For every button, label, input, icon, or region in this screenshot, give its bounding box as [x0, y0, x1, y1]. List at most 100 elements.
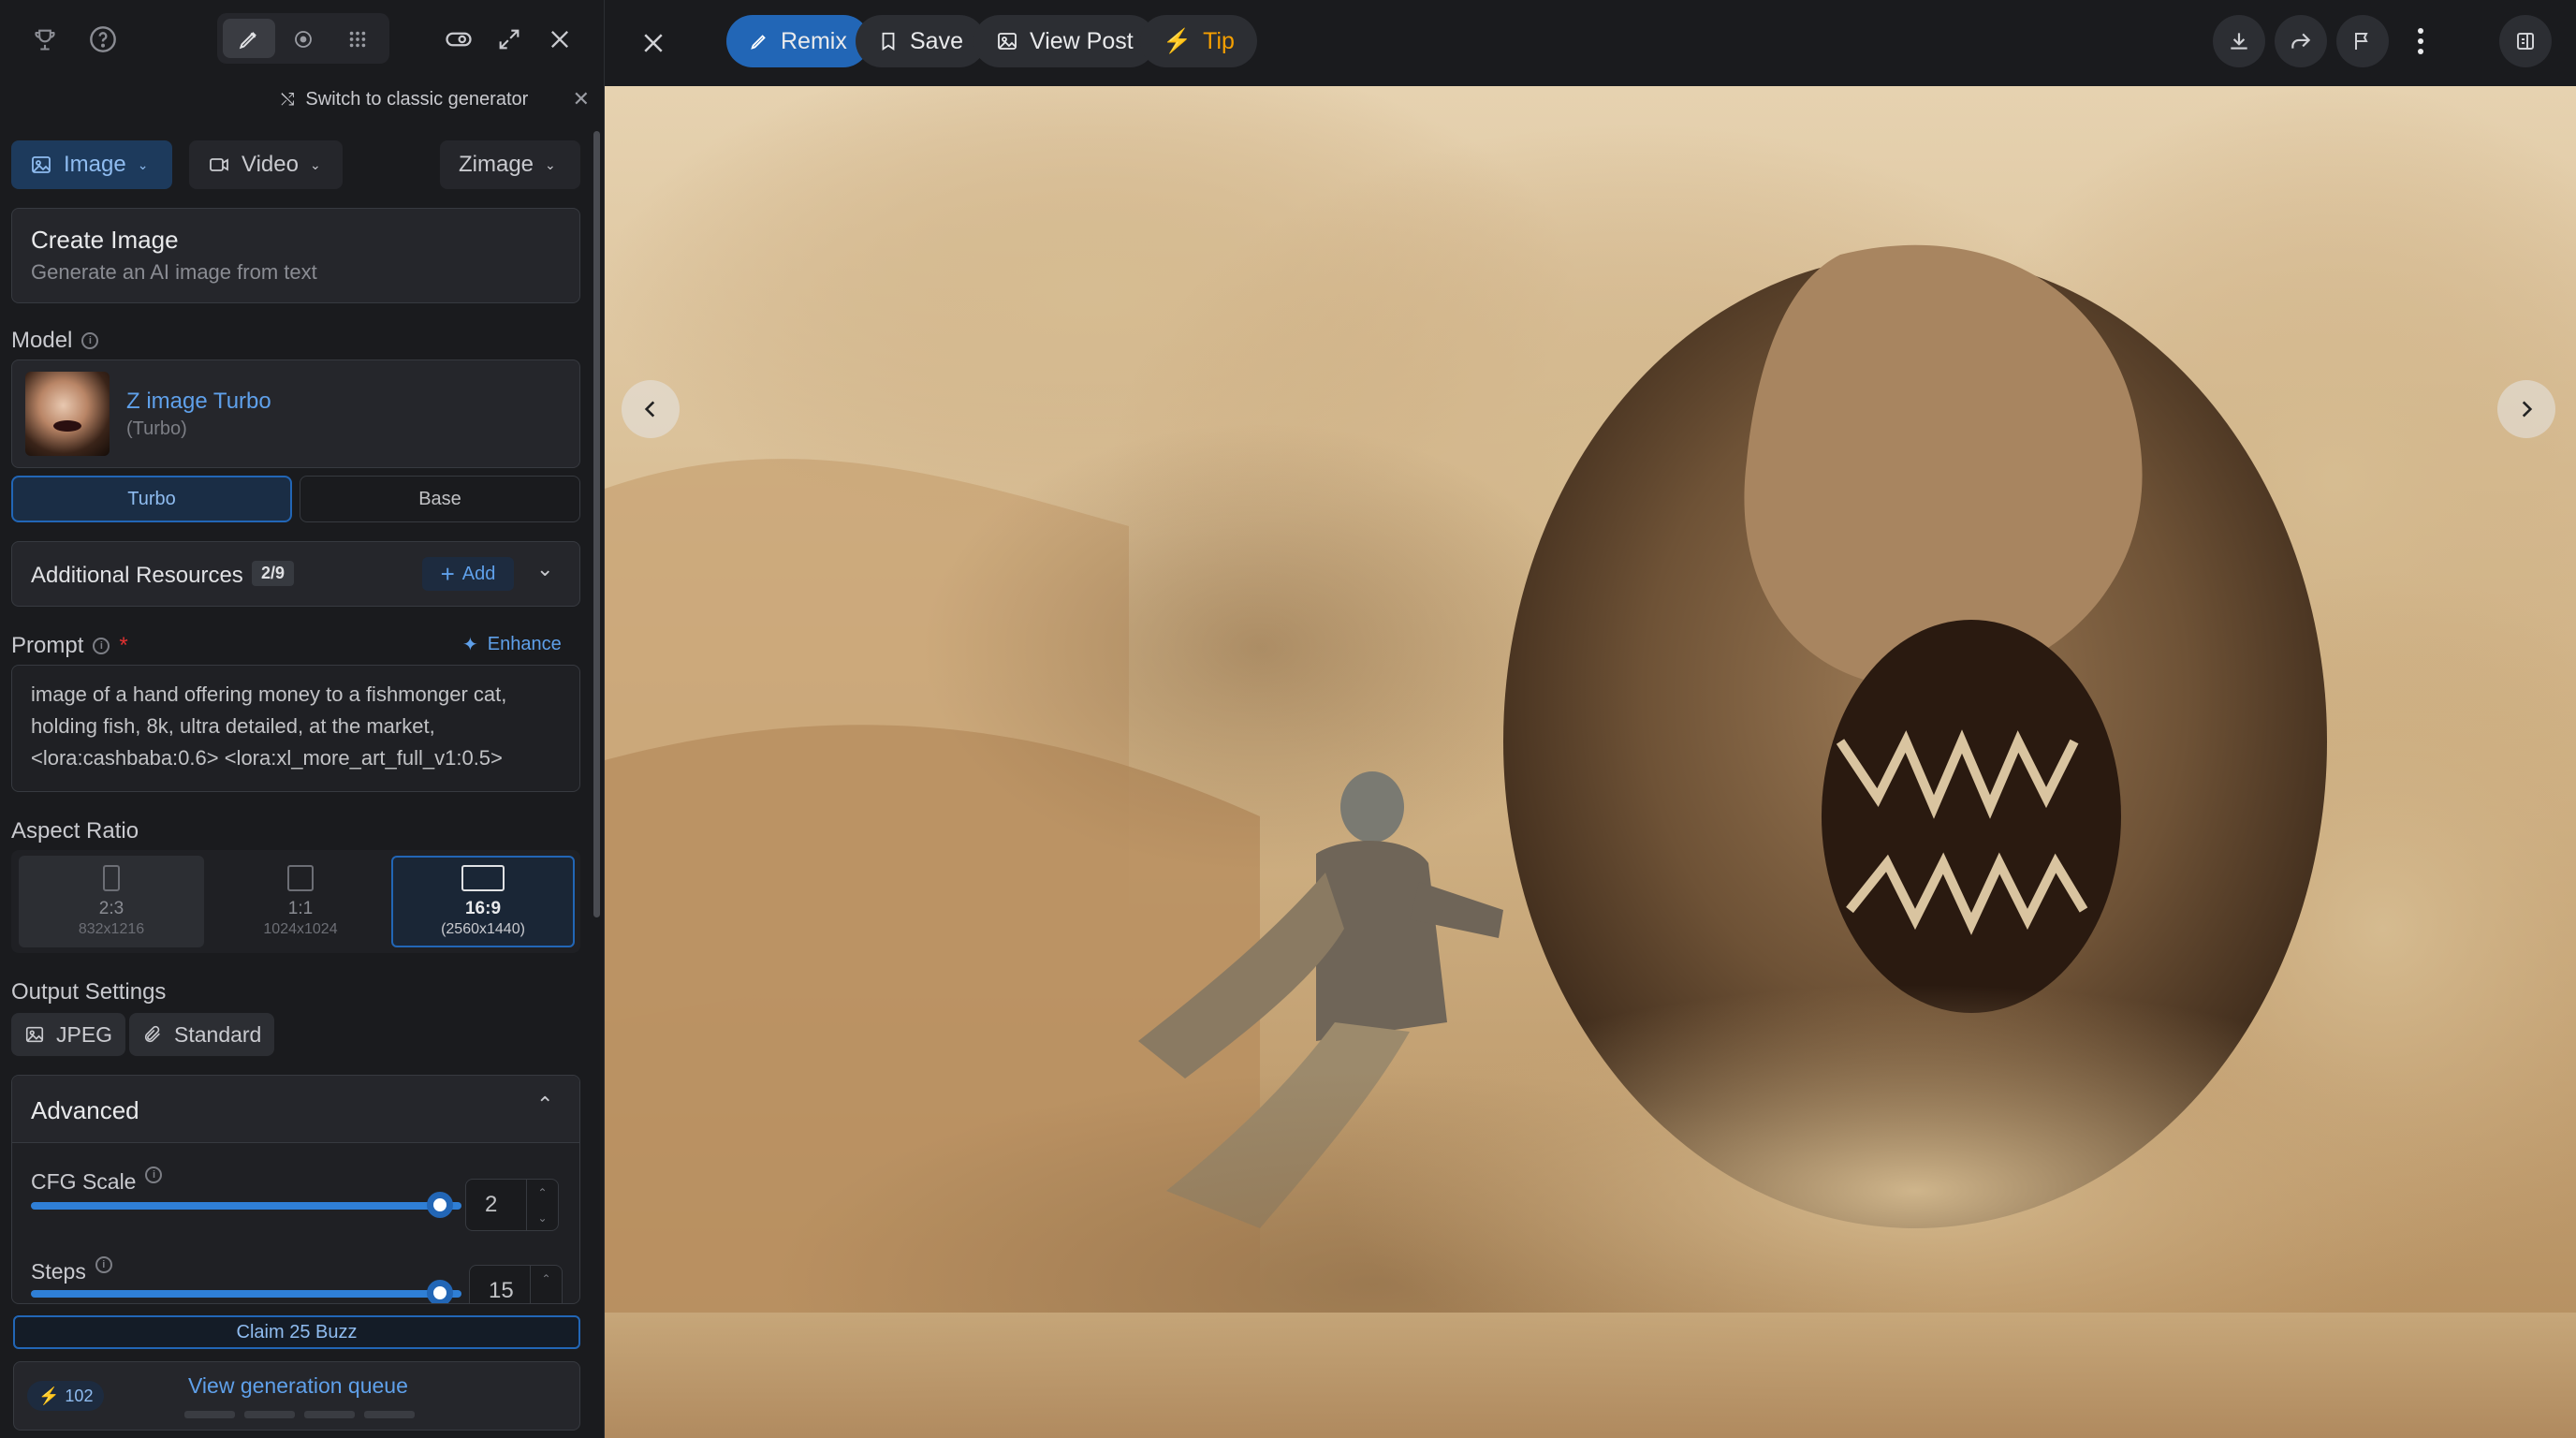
lightning-icon: ⚡	[1163, 27, 1193, 54]
turbo-label: Turbo	[127, 488, 176, 509]
next-button[interactable]	[2497, 380, 2555, 438]
increment-icon[interactable]: ⌃	[537, 1186, 547, 1199]
advanced-header[interactable]: Advanced ⌃	[12, 1076, 579, 1143]
mode-switcher	[217, 13, 389, 64]
base-option[interactable]: Base	[300, 476, 580, 522]
brush-icon	[751, 35, 766, 50]
turbo-option[interactable]: Turbo	[11, 476, 292, 522]
info-icon[interactable]: i	[145, 1166, 163, 1183]
tip-label: Tip	[1203, 27, 1235, 54]
engine-select[interactable]: Zimage ⌄	[440, 140, 580, 189]
save-button[interactable]: Save	[856, 15, 986, 67]
tip-button[interactable]: ⚡ Tip	[1140, 15, 1257, 67]
size-label: 1024x1024	[263, 921, 338, 937]
video-tab-label: Video	[242, 152, 299, 177]
prompt-label-row: Prompt i *	[11, 633, 128, 659]
quality-label: Standard	[174, 1021, 262, 1047]
help-icon[interactable]	[84, 21, 122, 58]
enhance-label: Enhance	[487, 634, 562, 654]
cfg-input[interactable]: 2 ⌃ ⌄	[465, 1179, 559, 1231]
save-label: Save	[910, 27, 963, 54]
info-icon[interactable]: i	[81, 332, 99, 349]
enhance-button[interactable]: ✦ Enhance	[462, 633, 562, 656]
report-button[interactable]	[2336, 15, 2389, 67]
dismiss-icon[interactable]: ✕	[573, 87, 590, 111]
model-card[interactable]: Z image Turbo (Turbo)	[11, 360, 580, 468]
generator-panel: ⤭ Switch to classic generator ✕ Image ⌄ …	[0, 0, 605, 1438]
brush-icon	[232, 26, 266, 52]
prompt-label: Prompt	[11, 633, 84, 658]
additional-resources[interactable]: Additional Resources 2/9 + Add ⌄	[11, 541, 580, 607]
aspect-option-2-3[interactable]: 2:3 832x1216	[19, 856, 204, 947]
info-icon[interactable]: i	[95, 1255, 112, 1273]
video-tab[interactable]: Video ⌄	[189, 140, 343, 189]
output-label: Output Settings	[11, 979, 167, 1005]
image-tab[interactable]: Image ⌄	[11, 140, 172, 189]
previous-button[interactable]	[622, 380, 680, 438]
more-icon[interactable]	[2402, 22, 2439, 60]
aspect-label: Aspect Ratio	[11, 818, 139, 844]
model-label: Model	[11, 328, 73, 353]
viewer-toolbar: Remix Save View Post ⚡ Tip	[605, 0, 2576, 86]
claim-buzz-button[interactable]: Claim 25 Buzz	[13, 1315, 580, 1349]
increment-icon[interactable]: ⌃	[541, 1272, 550, 1285]
video-icon	[210, 158, 228, 171]
advanced-label: Advanced	[31, 1096, 139, 1124]
aspect-option-16-9[interactable]: 16:9 (2560x1440)	[391, 856, 575, 947]
cfg-slider-track[interactable]	[31, 1202, 461, 1210]
format-chip[interactable]: JPEG	[11, 1013, 126, 1056]
share-button[interactable]	[2275, 15, 2327, 67]
view-queue-link[interactable]: View generation queue	[188, 1373, 408, 1399]
sidebar-toggle-button[interactable]	[2499, 15, 2552, 67]
chevron-down-icon[interactable]: ⌄	[536, 557, 553, 581]
steps-label: Steps	[31, 1259, 86, 1284]
chevron-up-icon: ⌃	[536, 1093, 554, 1116]
ratio-label: 2:3	[98, 899, 124, 918]
toggle-icon[interactable]	[440, 21, 477, 58]
classic-switch-row: ⤭ Switch to classic generator ✕	[281, 84, 590, 114]
paperclip-icon	[144, 1025, 160, 1043]
resources-label: Additional Resources	[31, 563, 243, 588]
steps-slider-thumb[interactable]	[427, 1280, 453, 1303]
decrement-icon[interactable]: ⌄	[541, 1298, 550, 1304]
steps-value: 15	[489, 1278, 514, 1303]
buzz-badge[interactable]: ⚡ 102	[27, 1381, 105, 1411]
steps-slider-track[interactable]	[31, 1290, 461, 1298]
image-viewer: Remix Save View Post ⚡ Tip	[605, 0, 2576, 1438]
required-mark: *	[119, 633, 128, 658]
trophy-icon[interactable]	[26, 21, 64, 58]
model-name[interactable]: Z image Turbo	[126, 389, 271, 415]
size-label: 832x1216	[78, 921, 145, 937]
cfg-label: CFG Scale	[31, 1169, 137, 1194]
history-icon[interactable]	[286, 26, 320, 52]
chevron-down-icon: ⌄	[137, 156, 149, 172]
download-button[interactable]	[2213, 15, 2265, 67]
model-label-row: Model i	[11, 328, 99, 354]
steps-input[interactable]: 15 ⌃ ⌄	[469, 1265, 563, 1304]
create-image-card[interactable]: Create Image Generate an AI image from t…	[11, 208, 580, 303]
resources-count-badge: 2/9	[252, 561, 295, 586]
aspect-option-1-1[interactable]: 1:1 1024x1024	[208, 856, 393, 947]
close-icon[interactable]	[633, 22, 674, 64]
size-label: (2560x1440)	[441, 921, 525, 937]
claim-label: Claim 25 Buzz	[236, 1321, 358, 1343]
quality-chip[interactable]: Standard	[129, 1013, 275, 1056]
cfg-slider-thumb[interactable]	[427, 1192, 453, 1218]
chevron-down-icon: ⌄	[309, 156, 321, 172]
info-icon[interactable]: i	[93, 638, 110, 654]
panel-scrollbar[interactable]	[593, 131, 600, 917]
remix-button[interactable]: Remix	[726, 15, 870, 67]
plus-icon: +	[440, 560, 455, 588]
prompt-line: holding fish, 8k, ultra detailed, at the…	[31, 714, 435, 738]
flag-icon	[2355, 33, 2368, 50]
prompt-textarea[interactable]: image of a hand offering money to a fish…	[11, 665, 580, 792]
view-post-button[interactable]: View Post	[973, 15, 1156, 67]
expand-icon[interactable]	[490, 21, 528, 58]
add-resource-button[interactable]: + Add	[422, 557, 514, 591]
close-panel-icon[interactable]	[541, 21, 578, 58]
switch-classic-link[interactable]: Switch to classic generator	[305, 89, 528, 110]
decrement-icon[interactable]: ⌄	[537, 1211, 547, 1225]
grid-icon[interactable]	[341, 26, 374, 52]
format-label: JPEG	[56, 1021, 113, 1047]
prompt-line: image of a hand offering money to a fish…	[31, 682, 507, 706]
